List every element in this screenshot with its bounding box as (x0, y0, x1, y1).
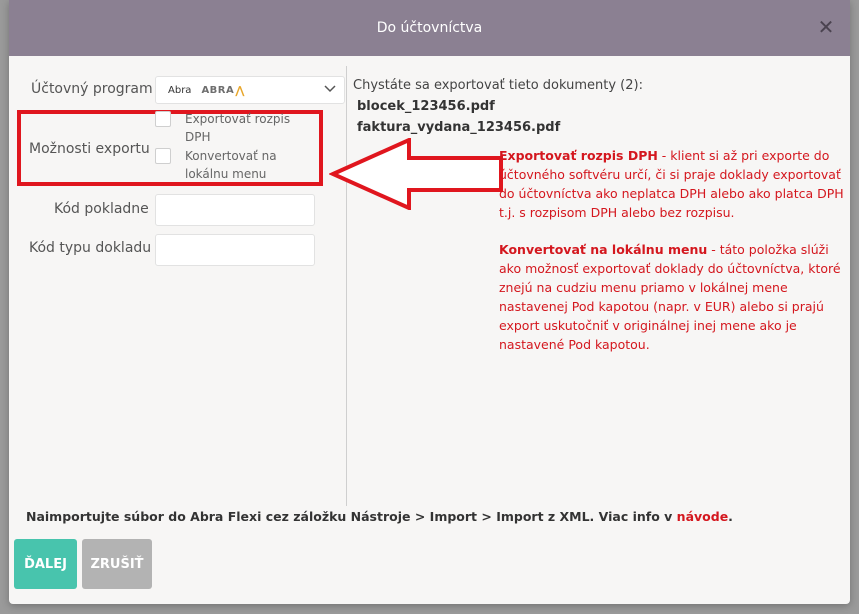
next-button[interactable]: ĎALEJ (14, 539, 77, 589)
file-item: blocek_123456.pdf (357, 99, 495, 114)
dialog-title: Do účtovníctva (376, 20, 483, 36)
export-intro-text: Chystáte sa exportovať tieto dokumenty (… (353, 78, 643, 93)
convert-local-currency-checkbox[interactable] (155, 148, 171, 164)
annotation-currency-title: Konvertovať na lokálnu menu (499, 242, 708, 257)
export-vat-breakdown-label: Exportovať rozpis DPH (185, 112, 291, 144)
doc-type-label: Kód typu dokladu (29, 240, 152, 256)
export-dialog: Do účtovníctva ✕ Účtovný program Abra AB… (9, 0, 850, 604)
accounting-program-select[interactable]: Abra ABRA ⋀ (155, 76, 345, 104)
annotation-vat-title: Exportovať rozpis DPH (499, 148, 658, 163)
abra-logo-mark-icon: ⋀ (235, 83, 245, 97)
file-item: faktura_vydana_123456.pdf (357, 120, 561, 135)
cash-register-label: Kód pokladne (54, 201, 149, 217)
convert-local-currency-label: Konvertovať na lokálnu menu (185, 149, 277, 181)
annotation-vat-breakdown: Exportovať rozpis DPH - klient si až pri… (499, 146, 849, 222)
column-divider (346, 66, 347, 506)
guide-link[interactable]: návode (677, 509, 729, 524)
export-options-label: Možnosti exportu (29, 141, 150, 157)
program-value-small: Abra (168, 84, 192, 96)
export-vat-breakdown-checkbox[interactable] (155, 111, 171, 127)
pointer-arrow-icon (329, 138, 503, 210)
import-instructions-end: . (728, 509, 733, 524)
import-instructions: Naimportujte súbor do Abra Flexi cez zál… (26, 509, 733, 524)
cancel-button[interactable]: ZRUŠIŤ (82, 539, 152, 589)
close-icon[interactable]: ✕ (816, 17, 836, 37)
annotation-local-currency: Konvertovať na lokálnu menu - táto polož… (499, 240, 849, 354)
abra-logo: ABRA (201, 84, 235, 96)
program-label: Účtovný program (31, 81, 153, 97)
annotation-currency-text: - táto položka slúži ako možnosť exporto… (499, 242, 841, 352)
import-instructions-text: Naimportujte súbor do Abra Flexi cez zál… (26, 509, 677, 524)
document-type-code-input[interactable] (155, 234, 315, 266)
chevron-down-icon (324, 83, 336, 96)
cash-register-code-input[interactable] (155, 194, 315, 226)
dialog-titlebar: Do účtovníctva ✕ (9, 0, 850, 56)
